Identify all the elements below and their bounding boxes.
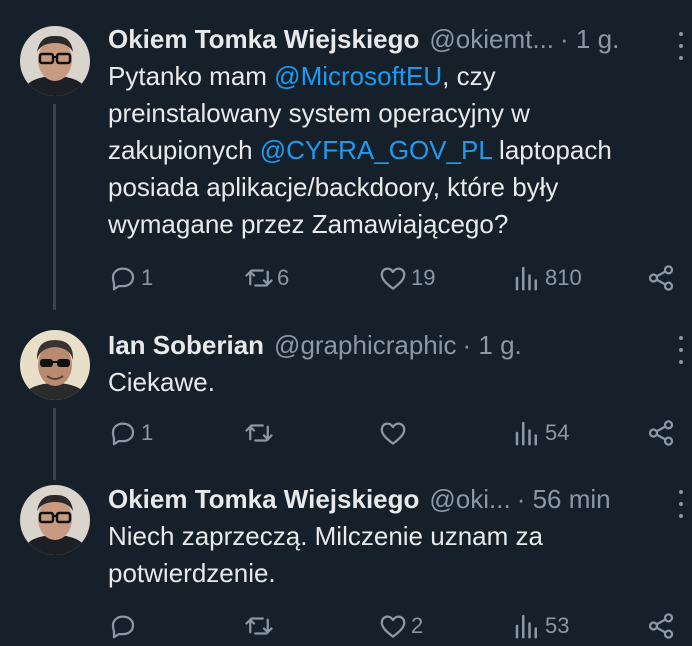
like-count: 2 bbox=[411, 613, 424, 638]
author-handle[interactable]: @okiemt... bbox=[429, 24, 554, 55]
retweet-button[interactable] bbox=[244, 417, 277, 449]
views-icon bbox=[515, 266, 537, 291]
tweet[interactable]: Okiem Tomka Wiejskiego @oki... · 56 min … bbox=[0, 482, 692, 646]
reply-icon bbox=[111, 615, 135, 639]
views-count: 810 bbox=[545, 265, 582, 290]
action-bar: 1 6 19 810 bbox=[108, 262, 676, 294]
like-button[interactable] bbox=[378, 417, 411, 449]
views-button[interactable]: 54 bbox=[512, 417, 569, 449]
tweet-header: Ian Soberian @graphicraphic · 1 g. bbox=[108, 330, 642, 364]
reply-button[interactable]: 1 bbox=[108, 417, 153, 449]
reply-icon bbox=[111, 267, 135, 291]
share-icon bbox=[648, 613, 674, 639]
thread-line bbox=[53, 104, 56, 310]
retweet-count: 6 bbox=[277, 265, 290, 290]
reply-count: 1 bbox=[141, 265, 154, 290]
views-count: 53 bbox=[545, 613, 570, 638]
more-icon[interactable] bbox=[676, 32, 686, 60]
action-bar: 1 54 bbox=[108, 417, 676, 449]
tweet-text: Pytanko mam @MicrosoftEU, czy preinstalo… bbox=[108, 58, 662, 243]
like-button[interactable]: 2 bbox=[378, 610, 423, 642]
mention-link[interactable]: @MicrosoftEU bbox=[274, 61, 442, 91]
mention-link[interactable]: @CYFRA_GOV_PL bbox=[260, 135, 492, 165]
reply-icon bbox=[111, 422, 135, 446]
timestamp[interactable]: · 1 g. bbox=[463, 330, 522, 361]
reply-count: 1 bbox=[141, 420, 154, 445]
text-part: Niech zaprzeczą. Milczenie uznam za potw… bbox=[108, 521, 543, 588]
action-bar: 2 53 bbox=[108, 610, 676, 642]
reply-button[interactable]: 1 bbox=[108, 262, 153, 294]
retweet-button[interactable] bbox=[244, 610, 277, 642]
more-icon[interactable] bbox=[676, 336, 686, 364]
author-name[interactable]: Ian Soberian bbox=[108, 330, 264, 361]
share-button[interactable] bbox=[646, 610, 676, 642]
like-icon bbox=[380, 267, 406, 290]
tweet[interactable]: Okiem Tomka Wiejskiego @okiemt... · 1 g.… bbox=[0, 20, 692, 310]
retweet-icon bbox=[245, 269, 273, 287]
share-button[interactable] bbox=[646, 262, 676, 294]
share-icon bbox=[648, 420, 674, 446]
retweet-icon bbox=[245, 424, 273, 442]
author-handle[interactable]: @graphicraphic bbox=[274, 330, 456, 361]
views-button[interactable]: 810 bbox=[512, 262, 582, 294]
tweet-text: Ciekawe. bbox=[108, 364, 662, 401]
timestamp[interactable]: · 1 g. bbox=[560, 24, 619, 55]
views-count: 54 bbox=[545, 420, 570, 445]
views-icon bbox=[515, 614, 537, 639]
like-icon bbox=[380, 422, 406, 445]
tweet-header: Okiem Tomka Wiejskiego @okiemt... · 1 g. bbox=[108, 24, 642, 58]
timestamp[interactable]: · 56 min bbox=[517, 484, 611, 515]
avatar[interactable] bbox=[20, 485, 90, 555]
tweet-header: Okiem Tomka Wiejskiego @oki... · 56 min bbox=[108, 484, 642, 518]
avatar[interactable] bbox=[20, 330, 90, 400]
text-part: Ciekawe. bbox=[108, 367, 215, 397]
retweet-button[interactable]: 6 bbox=[244, 262, 289, 294]
author-handle[interactable]: @oki... bbox=[429, 484, 510, 515]
like-icon bbox=[380, 615, 406, 638]
reply-button[interactable] bbox=[108, 610, 141, 642]
views-button[interactable]: 53 bbox=[512, 610, 569, 642]
views-icon bbox=[515, 421, 537, 446]
avatar[interactable] bbox=[20, 26, 90, 96]
tweet[interactable]: Ian Soberian @graphicraphic · 1 g. Cieka… bbox=[0, 328, 692, 480]
author-name[interactable]: Okiem Tomka Wiejskiego bbox=[108, 484, 419, 515]
author-name[interactable]: Okiem Tomka Wiejskiego bbox=[108, 24, 419, 55]
tweet-text: Niech zaprzeczą. Milczenie uznam za potw… bbox=[108, 518, 628, 592]
like-count: 19 bbox=[411, 265, 436, 290]
share-button[interactable] bbox=[646, 417, 676, 449]
retweet-icon bbox=[245, 617, 273, 635]
share-icon bbox=[648, 265, 674, 291]
thread-line bbox=[53, 408, 56, 480]
more-icon[interactable] bbox=[676, 490, 686, 518]
text-part: Pytanko mam bbox=[108, 61, 275, 91]
like-button[interactable]: 19 bbox=[378, 262, 435, 294]
